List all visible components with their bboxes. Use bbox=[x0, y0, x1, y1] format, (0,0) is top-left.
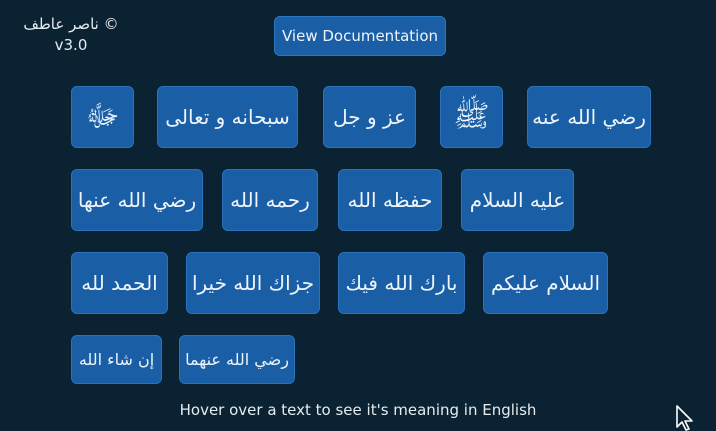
jalla-jalaluhu-ligature-icon: ﷻ bbox=[85, 99, 120, 134]
phrase-button-rahimahullah[interactable]: رحمه الله bbox=[222, 169, 318, 231]
author-name: ناصر عاطف © bbox=[23, 15, 119, 33]
mouse-pointer-icon bbox=[676, 405, 693, 431]
phrase-button-hafizahullah[interactable]: حفظه الله bbox=[338, 169, 442, 231]
app-credit: ناصر عاطف © v3.0 bbox=[16, 14, 126, 56]
view-documentation-button[interactable]: View Documentation bbox=[274, 16, 446, 56]
salawat-ligature-icon: ﷺ bbox=[453, 99, 490, 134]
phrase-button-alayhi-salam[interactable]: عليه السلام bbox=[461, 169, 574, 231]
phrase-button-azza-wa-jal[interactable]: عز و جل bbox=[323, 86, 416, 148]
phrase-button-sallallahu-alayhi-wasallam[interactable]: ﷺ bbox=[440, 86, 503, 148]
phrase-button-barakallahu-feek[interactable]: بارك الله فيك bbox=[338, 252, 465, 314]
phrase-button-subhanahu-wa-taala[interactable]: سبحانه و تعالى bbox=[157, 86, 298, 148]
phrase-button-inshallah[interactable]: إن شاء الله bbox=[71, 335, 162, 384]
phrase-button-radiyallahu-anhu[interactable]: رضي الله عنه bbox=[527, 86, 651, 148]
version-label: v3.0 bbox=[54, 36, 88, 54]
phrase-button-jazakallahu-khayran[interactable]: جزاك الله خيرا bbox=[186, 252, 320, 314]
phrase-button-alhamdulillah[interactable]: الحمد لله bbox=[71, 252, 168, 314]
phrase-button-jalla-jalaluhu[interactable]: ﷻ bbox=[71, 86, 134, 148]
phrase-button-radiyallahu-anhuma[interactable]: رضي الله عنهما bbox=[179, 335, 295, 384]
phrase-button-radiyallahu-anha[interactable]: رضي الله عنها bbox=[71, 169, 203, 231]
hover-hint: Hover over a text to see it's meaning in… bbox=[179, 401, 537, 419]
phrase-button-assalamu-alaykum[interactable]: السلام عليكم bbox=[483, 252, 608, 314]
